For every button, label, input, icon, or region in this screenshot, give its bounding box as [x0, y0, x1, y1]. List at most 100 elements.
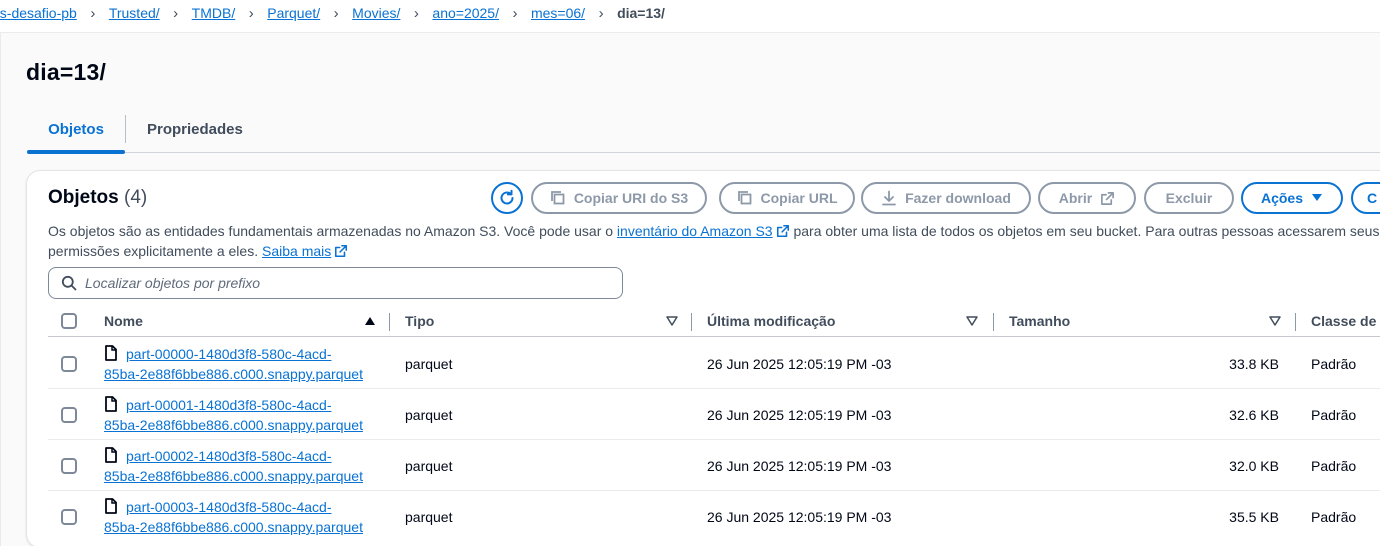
column-divider[interactable] — [691, 313, 692, 331]
object-name-line-2[interactable]: 85ba-2e88f6bbe886.c000.snappy.parquet — [104, 366, 363, 382]
object-storage-class: Padrão — [1311, 407, 1357, 423]
column-divider[interactable] — [389, 313, 390, 331]
download-icon — [882, 190, 896, 206]
create-folder-label: C — [1367, 190, 1378, 206]
column-divider[interactable] — [1295, 313, 1296, 331]
object-type: parquet — [405, 458, 453, 474]
column-header-storage-class[interactable]: Classe de armazenamento — [1311, 313, 1380, 329]
caret-down-icon — [1312, 194, 1323, 201]
table-row[interactable]: part-00002-1480d3f8-580c-4acd- 85ba-2e88… — [48, 440, 1380, 491]
column-header-name[interactable]: Nome — [104, 313, 143, 329]
breadcrumb-item-mes[interactable]: mes=06/ — [531, 5, 585, 21]
object-name-line-2[interactable]: 85ba-2e88f6bbe886.c000.snappy.parquet — [104, 417, 363, 433]
copy-url-button[interactable]: Copiar URL — [719, 182, 855, 214]
copy-s3-uri-label: Copiar URI do S3 — [573, 190, 689, 206]
object-size: 33.8 KB — [1229, 356, 1279, 372]
sort-ascending-icon[interactable] — [364, 316, 376, 326]
breadcrumb: us-desafio-pb › Trusted/ › TMDB/ › Parqu… — [0, 0, 1380, 26]
search-input[interactable]: Localizar objetos por prefixo — [48, 267, 623, 299]
object-name-link[interactable]: part-00003-1480d3f8-580c-4acd- 85ba-2e88… — [104, 497, 394, 537]
description-text: Os objetos são as entidades fundamentais… — [48, 223, 617, 239]
copy-s3-uri-button[interactable]: Copiar URI do S3 — [531, 182, 707, 214]
object-name-line-1[interactable]: part-00002-1480d3f8-580c-4acd- — [126, 448, 331, 464]
description-line-2: permissões explicitamente a eles. Saiba … — [48, 241, 1380, 261]
object-storage-class: Padrão — [1311, 458, 1357, 474]
chevron-right-icon: › — [413, 4, 419, 22]
object-name-link[interactable]: part-00002-1480d3f8-580c-4acd- 85ba-2e88… — [104, 446, 394, 486]
objects-description: Os objetos são as entidades fundamentais… — [48, 221, 1380, 261]
select-all-checkbox[interactable] — [61, 313, 77, 329]
breadcrumb-item-tmdb[interactable]: TMDB/ — [192, 5, 236, 21]
create-folder-button[interactable]: C — [1351, 182, 1380, 214]
file-icon — [105, 396, 117, 412]
chevron-right-icon: › — [90, 4, 96, 22]
breadcrumb-item-parquet[interactable]: Parquet/ — [267, 5, 320, 21]
main-content: dia=13/ Objetos Propriedades Objetos (4)… — [0, 32, 1380, 546]
row-checkbox[interactable] — [61, 407, 77, 423]
column-header-size[interactable]: Tamanho — [1009, 313, 1070, 329]
sort-icon[interactable] — [966, 316, 978, 326]
open-label: Abrir — [1058, 190, 1093, 206]
object-modified: 26 Jun 2025 12:05:19 PM -03 — [707, 407, 892, 423]
breadcrumb-item-movies[interactable]: Movies/ — [352, 5, 400, 21]
row-checkbox[interactable] — [61, 458, 77, 474]
tab-divider — [125, 115, 126, 143]
chevron-right-icon: › — [248, 4, 254, 22]
open-button[interactable]: Abrir — [1038, 182, 1136, 214]
object-type: parquet — [405, 509, 453, 525]
external-link-icon — [335, 244, 348, 258]
copy-icon — [737, 191, 751, 205]
object-name-line-1[interactable]: part-00001-1480d3f8-580c-4acd- — [126, 397, 331, 413]
external-link-icon — [776, 224, 789, 238]
object-name-line-2[interactable]: 85ba-2e88f6bbe886.c000.snappy.parquet — [104, 468, 363, 484]
object-name-link[interactable]: part-00000-1480d3f8-580c-4acd- 85ba-2e88… — [104, 344, 394, 384]
object-size: 32.6 KB — [1229, 407, 1279, 423]
file-icon — [105, 447, 117, 463]
row-checkbox[interactable] — [61, 509, 77, 525]
object-type: parquet — [405, 407, 453, 423]
object-storage-class: Padrão — [1311, 356, 1357, 372]
file-icon — [105, 345, 117, 361]
row-checkbox[interactable] — [61, 356, 77, 372]
object-size: 32.0 KB — [1229, 458, 1279, 474]
sort-icon[interactable] — [666, 316, 678, 326]
refresh-button[interactable] — [491, 182, 523, 214]
delete-label: Excluir — [1165, 190, 1213, 206]
table-row[interactable]: part-00000-1480d3f8-580c-4acd- 85ba-2e88… — [48, 338, 1380, 389]
object-modified: 26 Jun 2025 12:05:19 PM -03 — [707, 458, 892, 474]
breadcrumb-item-trusted[interactable]: Trusted/ — [109, 5, 160, 21]
object-modified: 26 Jun 2025 12:05:19 PM -03 — [707, 356, 892, 372]
tab-objetos[interactable]: Objetos — [27, 113, 125, 154]
chevron-right-icon: › — [333, 4, 339, 22]
object-name-link[interactable]: part-00001-1480d3f8-580c-4acd- 85ba-2e88… — [104, 395, 394, 435]
delete-button[interactable]: Excluir — [1144, 182, 1234, 214]
object-name-line-1[interactable]: part-00003-1480d3f8-580c-4acd- — [126, 499, 331, 515]
object-size: 35.5 KB — [1229, 509, 1279, 525]
description-text-3: permissões explicitamente a eles. — [48, 243, 262, 259]
actions-label: Ações — [1260, 190, 1304, 206]
copy-url-label: Copiar URL — [760, 190, 838, 206]
table-header: Nome Tipo Última modificação Tamanho Cla… — [48, 309, 1380, 337]
object-name-line-1[interactable]: part-00000-1480d3f8-580c-4acd- — [126, 346, 331, 362]
object-storage-class: Padrão — [1311, 509, 1357, 525]
s3-inventory-link[interactable]: inventário do Amazon S3 — [617, 223, 773, 239]
column-header-modified[interactable]: Última modificação — [707, 313, 835, 329]
breadcrumb-item-ano[interactable]: ano=2025/ — [432, 5, 499, 21]
object-name-line-2[interactable]: 85ba-2e88f6bbe886.c000.snappy.parquet — [104, 519, 363, 535]
download-button[interactable]: Fazer download — [861, 182, 1031, 214]
description-text-2: para obter uma lista de todos os objetos… — [793, 223, 1380, 239]
objects-panel-title: Objetos (4) — [48, 187, 147, 209]
table-row[interactable]: part-00001-1480d3f8-580c-4acd- 85ba-2e88… — [48, 389, 1380, 440]
actions-dropdown[interactable]: Ações — [1241, 182, 1343, 214]
column-divider[interactable] — [993, 313, 994, 331]
tab-bar: Objetos Propriedades — [27, 113, 1380, 154]
breadcrumb-item-bucket[interactable]: us-desafio-pb — [0, 5, 77, 21]
table-row[interactable]: part-00003-1480d3f8-580c-4acd- 85ba-2e88… — [48, 491, 1380, 542]
refresh-icon — [500, 189, 514, 205]
chevron-right-icon: › — [598, 4, 604, 22]
tab-propriedades[interactable]: Propriedades — [147, 113, 243, 153]
learn-more-link[interactable]: Saiba mais — [262, 243, 331, 259]
sort-icon[interactable] — [1269, 316, 1281, 326]
object-modified: 26 Jun 2025 12:05:19 PM -03 — [707, 509, 892, 525]
column-header-type[interactable]: Tipo — [405, 313, 434, 329]
